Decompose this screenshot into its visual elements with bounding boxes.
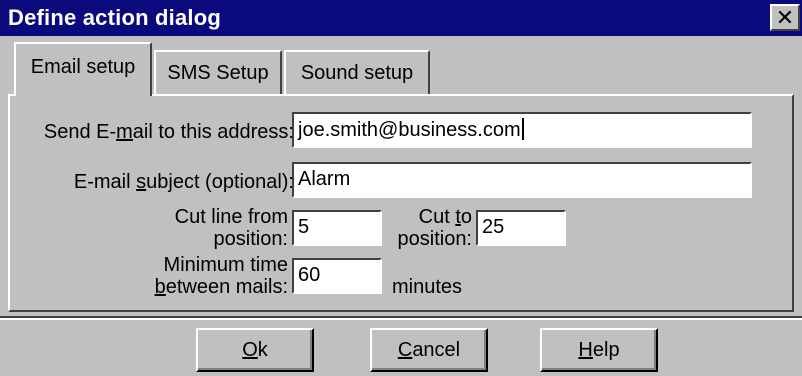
cut-from-input[interactable]: 5 xyxy=(292,210,382,246)
cancel-button[interactable]: Cancel xyxy=(370,328,488,372)
subject-label: E-mail subject (optional): xyxy=(73,171,294,193)
min-time-label: Minimum time between mails: xyxy=(154,254,288,298)
cut-from-label: Cut line from position: xyxy=(174,206,288,250)
tab-sms-setup[interactable]: SMS Setup xyxy=(154,50,282,94)
title-bar: Define action dialog ✕ xyxy=(0,0,802,36)
tab-email-setup[interactable]: Email setup xyxy=(14,42,152,96)
ok-button-label: Ok xyxy=(242,338,268,361)
help-button-label: Help xyxy=(578,338,620,361)
window-title: Define action dialog xyxy=(8,5,222,30)
tab-label: Email setup xyxy=(30,56,136,78)
tab-label: SMS Setup xyxy=(167,62,269,84)
close-button[interactable]: ✕ xyxy=(770,4,800,31)
email-address-label: Send E-mail to this address: xyxy=(43,121,294,143)
cancel-button-label: Cancel xyxy=(397,338,461,361)
tab-label: Sound setup xyxy=(300,62,414,84)
email-address-input[interactable]: joe.smith@business.com xyxy=(292,112,752,148)
min-time-input[interactable]: 60 xyxy=(292,258,382,294)
min-time-unit: minutes xyxy=(392,276,463,298)
text-caret xyxy=(521,118,524,140)
email-setup-panel: Send E-mail to this address: joe.smith@b… xyxy=(8,94,794,312)
button-separator xyxy=(0,316,802,320)
cut-to-label: Cut to position: xyxy=(397,206,473,250)
help-button[interactable]: Help xyxy=(540,328,658,372)
cut-to-input[interactable]: 25 xyxy=(476,210,566,246)
close-icon: ✕ xyxy=(775,4,795,30)
ok-button[interactable]: Ok xyxy=(196,328,314,372)
tab-sound-setup[interactable]: Sound setup xyxy=(284,50,430,94)
subject-input[interactable]: Alarm xyxy=(292,162,752,198)
